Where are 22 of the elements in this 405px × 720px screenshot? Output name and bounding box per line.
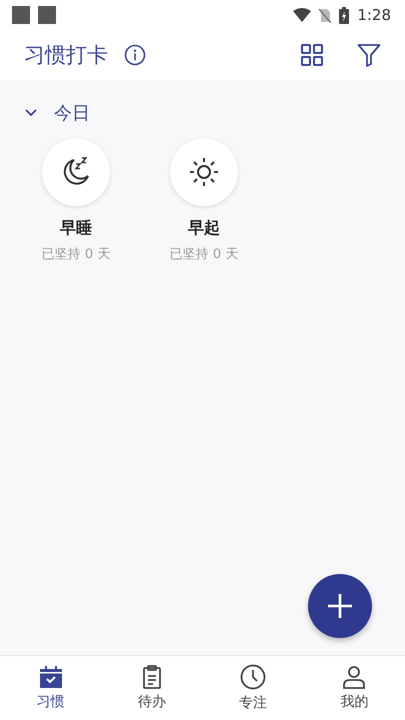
habit-streak: 已坚持 0 天: [42, 246, 110, 263]
clock-icon: [240, 664, 266, 690]
calendar-icon: [38, 665, 63, 689]
grid-view-icon[interactable]: [301, 44, 323, 66]
section-title[interactable]: 今日: [54, 101, 90, 125]
app-title: 习惯打卡: [24, 42, 108, 69]
battery-icon: [339, 6, 350, 24]
status-time: 1:28: [357, 6, 391, 24]
sun-icon: [189, 157, 219, 187]
wifi-icon: [293, 8, 312, 22]
no-sim-icon: [319, 8, 332, 22]
chevron-icon[interactable]: [24, 108, 38, 118]
notification-icon: [38, 6, 56, 24]
notification-icon: [12, 6, 30, 24]
filter-icon[interactable]: [357, 43, 381, 67]
add-button[interactable]: [308, 574, 372, 638]
habit-name: 早睡: [60, 218, 92, 239]
habit-streak: 已坚持 0 天: [170, 246, 238, 263]
info-icon[interactable]: [124, 44, 146, 66]
habit-name: 早起: [188, 218, 220, 239]
person-icon: [342, 665, 366, 689]
plus-icon: [327, 593, 353, 619]
